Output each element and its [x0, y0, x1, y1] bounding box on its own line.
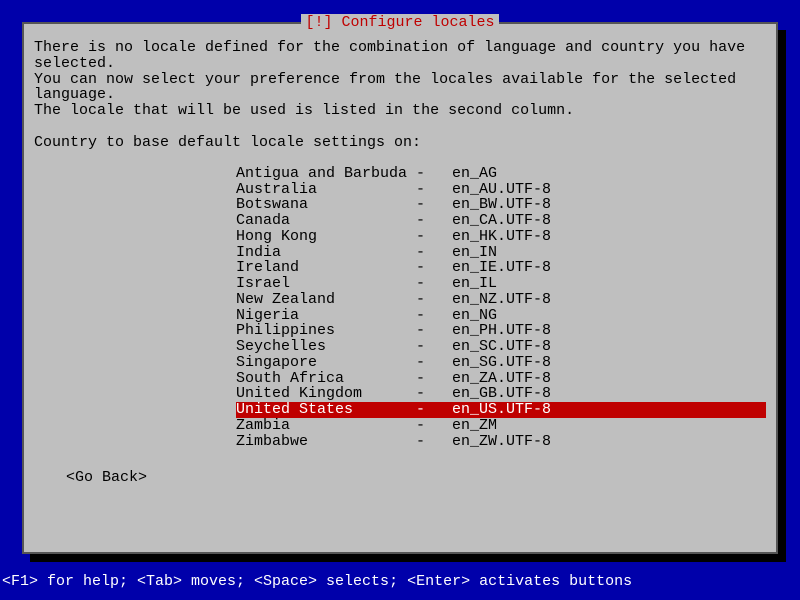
go-back-button[interactable]: <Go Back>: [66, 469, 147, 486]
locale-country: Zambia: [236, 418, 416, 434]
locale-code: en_IN: [452, 245, 562, 261]
locale-country: Israel: [236, 276, 416, 292]
locale-country: Ireland: [236, 260, 416, 276]
locale-code: en_CA.UTF-8: [452, 213, 562, 229]
locale-row[interactable]: Philippines-en_PH.UTF-8: [236, 323, 766, 339]
locale-row[interactable]: Antigua and Barbuda-en_AG: [236, 166, 766, 182]
locale-separator: -: [416, 166, 452, 182]
locale-list[interactable]: Antigua and Barbuda-en_AGAustralia-en_AU…: [236, 166, 766, 450]
locale-country: Nigeria: [236, 308, 416, 324]
locale-code: en_AG: [452, 166, 562, 182]
locale-row[interactable]: New Zealand-en_NZ.UTF-8: [236, 292, 766, 308]
locale-separator: -: [416, 371, 452, 387]
locale-separator: -: [416, 402, 452, 418]
locale-code: en_BW.UTF-8: [452, 197, 562, 213]
status-bar: <F1> for help; <Tab> moves; <Space> sele…: [2, 573, 632, 590]
locale-separator: -: [416, 355, 452, 371]
locale-code: en_ZW.UTF-8: [452, 434, 562, 450]
locale-code: en_HK.UTF-8: [452, 229, 562, 245]
locale-code: en_IL: [452, 276, 562, 292]
locale-separator: -: [416, 260, 452, 276]
locale-row[interactable]: Zimbabwe-en_ZW.UTF-8: [236, 434, 766, 450]
locale-row[interactable]: Nigeria-en_NG: [236, 308, 766, 324]
locale-country: Seychelles: [236, 339, 416, 355]
locale-code: en_IE.UTF-8: [452, 260, 562, 276]
locale-row[interactable]: Israel-en_IL: [236, 276, 766, 292]
locale-code: en_SC.UTF-8: [452, 339, 562, 355]
locale-separator: -: [416, 245, 452, 261]
locale-country: South Africa: [236, 371, 416, 387]
locale-code: en_SG.UTF-8: [452, 355, 562, 371]
locale-row[interactable]: Australia-en_AU.UTF-8: [236, 182, 766, 198]
locale-code: en_PH.UTF-8: [452, 323, 562, 339]
locale-code: en_ZM: [452, 418, 562, 434]
dialog-title: [!] Configure locales: [301, 14, 498, 31]
locale-separator: -: [416, 339, 452, 355]
locale-row[interactable]: India-en_IN: [236, 245, 766, 261]
locale-country: Canada: [236, 213, 416, 229]
locale-country: Zimbabwe: [236, 434, 416, 450]
locale-row[interactable]: Singapore-en_SG.UTF-8: [236, 355, 766, 371]
locale-row[interactable]: Canada-en_CA.UTF-8: [236, 213, 766, 229]
dialog-content: There is no locale defined for the combi…: [24, 24, 776, 496]
configure-locales-dialog: [!] Configure locales There is no locale…: [22, 22, 778, 554]
locale-separator: -: [416, 386, 452, 402]
locale-country: Botswana: [236, 197, 416, 213]
locale-separator: -: [416, 323, 452, 339]
locale-code: en_US.UTF-8: [452, 402, 562, 418]
locale-row[interactable]: Hong Kong-en_HK.UTF-8: [236, 229, 766, 245]
locale-separator: -: [416, 276, 452, 292]
locale-separator: -: [416, 308, 452, 324]
locale-country: United States: [236, 402, 416, 418]
locale-prompt: Country to base default locale settings …: [34, 134, 766, 151]
locale-row[interactable]: South Africa-en_ZA.UTF-8: [236, 371, 766, 387]
locale-code: en_AU.UTF-8: [452, 182, 562, 198]
locale-country: United Kingdom: [236, 386, 416, 402]
locale-separator: -: [416, 418, 452, 434]
locale-separator: -: [416, 213, 452, 229]
locale-code: en_NZ.UTF-8: [452, 292, 562, 308]
locale-country: India: [236, 245, 416, 261]
locale-row[interactable]: United Kingdom-en_GB.UTF-8: [236, 386, 766, 402]
dialog-title-bar: [!] Configure locales: [24, 14, 776, 31]
locale-separator: -: [416, 292, 452, 308]
locale-separator: -: [416, 197, 452, 213]
locale-row[interactable]: Ireland-en_IE.UTF-8: [236, 260, 766, 276]
locale-country: Philippines: [236, 323, 416, 339]
locale-code: en_GB.UTF-8: [452, 386, 562, 402]
locale-code: en_NG: [452, 308, 562, 324]
locale-country: New Zealand: [236, 292, 416, 308]
locale-country: Hong Kong: [236, 229, 416, 245]
locale-code: en_ZA.UTF-8: [452, 371, 562, 387]
locale-country: Australia: [236, 182, 416, 198]
locale-separator: -: [416, 229, 452, 245]
locale-separator: -: [416, 434, 452, 450]
locale-description: There is no locale defined for the combi…: [34, 40, 766, 119]
locale-country: Antigua and Barbuda: [236, 166, 416, 182]
locale-country: Singapore: [236, 355, 416, 371]
locale-row[interactable]: Seychelles-en_SC.UTF-8: [236, 339, 766, 355]
locale-row[interactable]: United States-en_US.UTF-8: [236, 402, 766, 418]
locale-row[interactable]: Zambia-en_ZM: [236, 418, 766, 434]
locale-row[interactable]: Botswana-en_BW.UTF-8: [236, 197, 766, 213]
locale-separator: -: [416, 182, 452, 198]
